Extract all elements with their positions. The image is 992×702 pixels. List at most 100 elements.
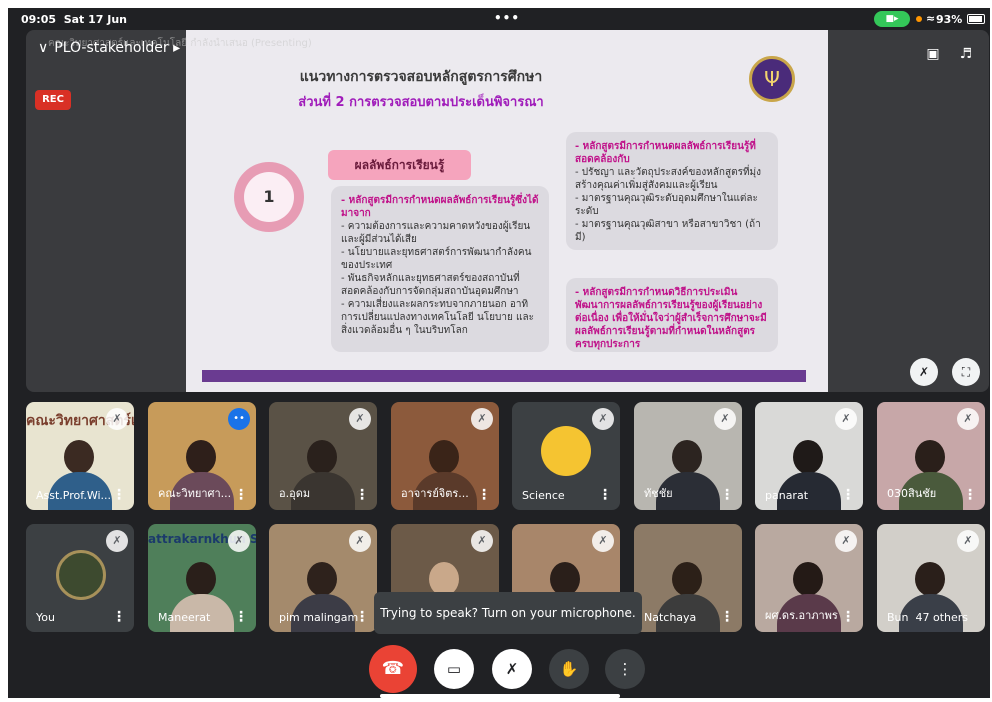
box-left-heading: - หลักสูตรมีการกำหนดผลลัพธ์การเรียนรู้ซึ… (341, 195, 539, 219)
more-vert-icon[interactable]: ⋮ (112, 609, 126, 625)
participant-tile[interactable]: ✗ Bun 47 others (877, 524, 985, 632)
fullscreen-icon[interactable]: ⛶ (952, 358, 980, 386)
others-count[interactable]: 47 others (916, 611, 969, 624)
participant-tile[interactable]: ✗ You ⋮ (26, 524, 134, 632)
meeting-title[interactable]: ∨ PLO-stakeholder ▸ (38, 40, 180, 56)
box-right-item: - มาตรฐานคุณวุฒิสาขา หรือสาขาวิชา (ถ้ามี… (575, 219, 761, 243)
mic-off-icon: ✗ (228, 530, 250, 552)
participant-tile[interactable]: ✗ ทัชชัย ⋮ (634, 402, 742, 510)
multitask-dots[interactable]: ••• (494, 11, 520, 25)
participant-tile[interactable]: ✗ ผศ.ดร.อาภาพร ⋮ (755, 524, 863, 632)
participant-name: Natchaya (644, 611, 697, 624)
participant-name: Science (522, 489, 565, 502)
slide-box-right-bottom: - หลักสูตรมีการกำหนดวิธีการประเมินพัฒนาก… (566, 278, 778, 352)
participant-tile[interactable]: ✗ panarat ⋮ (755, 402, 863, 510)
mic-off-icon: ✗ (106, 408, 128, 430)
box-left-item: - พันธกิจหลักและยุทธศาสตร์ของสถาบันที่สอ… (341, 273, 520, 297)
more-vert-icon[interactable]: ⋮ (355, 609, 369, 625)
more-vert-icon[interactable]: ⋮ (720, 487, 734, 503)
pin-off-icon[interactable]: ✗ (910, 358, 938, 386)
slide-title: แนวทางการตรวจสอบหลักสูตรการศึกษา (299, 69, 543, 85)
slide-pill-label: ผลลัพธ์การเรียนรู้ (328, 150, 471, 180)
recording-badge: REC (35, 90, 71, 110)
meeting-screen: 09:05 Sat 17 Jun ••• ■▸ ≈ 93% แนวทางการต… (8, 8, 990, 698)
slide-subtitle: ส่วนที่ 2 การตรวจสอบตามประเด็นพิจารณา (298, 95, 544, 110)
participant-video (307, 562, 337, 596)
participant-video (429, 440, 459, 474)
participant-tile[interactable]: ✗ อาจารย์จิตร... ⋮ (391, 402, 499, 510)
participant-name: ทัชชัย (644, 487, 673, 500)
participant-tile[interactable]: ✗ Science ⋮ (512, 402, 620, 510)
more-vert-icon[interactable]: ⋮ (720, 609, 734, 625)
status-time: 09:05 Sat 17 Jun (21, 13, 128, 26)
participant-video (186, 440, 216, 474)
more-vert-icon[interactable]: ⋮ (477, 487, 491, 503)
box-right-item: - ปรัชญา และวัตถุประสงค์ของหลักสูตรที่มุ… (575, 167, 762, 191)
participant-video (793, 562, 823, 596)
box-right-heading: - หลักสูตรมีการกำหนดผลลัพธ์การเรียนรู้ที… (575, 141, 756, 165)
status-bar: 09:05 Sat 17 Jun ••• ■▸ ≈ 93% (8, 8, 990, 30)
mic-off-icon: ✗ (349, 408, 371, 430)
mic-off-icon: ✗ (471, 408, 493, 430)
more-options-button[interactable]: ⋮ (605, 649, 645, 689)
participant-video (793, 440, 823, 474)
presentation-stage: แนวทางการตรวจสอบหลักสูตรการศึกษา ส่วนที่… (26, 30, 989, 392)
participant-video (186, 562, 216, 596)
participant-video (429, 562, 459, 596)
participant-video (915, 440, 945, 474)
wifi-icon: ≈ (926, 12, 936, 25)
shared-slide: แนวทางการตรวจสอบหลักสูตรการศึกษา ส่วนที่… (186, 30, 828, 392)
participant-tile[interactable]: attrakarnkhun Sc ✗ Maneerat ⋮ (148, 524, 256, 632)
mic-off-icon: ✗ (349, 530, 371, 552)
participant-name: อ.อุดม (279, 487, 311, 500)
more-vert-icon[interactable]: ⋮ (841, 609, 855, 625)
slide-box-right-top: - หลักสูตรมีการกำหนดผลลัพธ์การเรียนรู้ที… (566, 132, 778, 250)
box-left-item: - ความต้องการและความคาดหวังของผู้เรียนแล… (341, 221, 531, 245)
participant-name: คณะวิทยาศา... (158, 487, 232, 500)
more-vert-icon: ⋮ (617, 660, 633, 678)
participant-tile[interactable]: •• คณะวิทยาศา... ⋮ (148, 402, 256, 510)
participant-video (672, 562, 702, 596)
mic-off-icon: ✗ (592, 530, 614, 552)
switch-camera-icon[interactable]: ▣ (921, 42, 945, 66)
participant-tile[interactable]: ✗ pim malingam ⋮ (269, 524, 377, 632)
more-vert-icon[interactable]: ⋮ (598, 487, 612, 503)
participant-video (915, 562, 945, 596)
mic-off-icon: ✗ (957, 408, 979, 430)
more-vert-icon[interactable]: ⋮ (234, 609, 248, 625)
hand-raise-icon: ✋ (559, 660, 579, 678)
speaker-icon[interactable]: ♬ (954, 42, 978, 66)
chevron-down-icon[interactable]: ∨ (38, 40, 48, 56)
participant-name: Bun 47 others (887, 611, 969, 624)
mic-toggle-button[interactable]: ✗ (492, 649, 532, 689)
home-indicator[interactable] (380, 694, 620, 698)
more-vert-icon[interactable]: ⋮ (112, 487, 126, 503)
more-vert-icon[interactable]: ⋮ (355, 487, 369, 503)
more-vert-icon[interactable]: ⋮ (963, 487, 977, 503)
mic-off-icon: ✗ (106, 530, 128, 552)
participant-name: Maneerat (158, 611, 211, 624)
participant-tile[interactable]: ✗ อ.อุดม ⋮ (269, 402, 377, 510)
participant-video (672, 440, 702, 474)
participant-tile[interactable]: Natchaya ⋮ (634, 524, 742, 632)
step-circle: 1 (234, 162, 304, 232)
raise-hand-button[interactable]: ✋ (549, 649, 589, 689)
mic-off-icon: ✗ (505, 660, 519, 678)
participant-name: 030สินชัย (887, 487, 937, 500)
end-call-icon: ☎ (381, 658, 405, 679)
participant-name: panarat (765, 489, 809, 502)
box-left-item: - นโยบายและยุทธศาสตร์การพัฒนากำลังคนของป… (341, 247, 532, 271)
end-call-button[interactable]: ☎ (369, 645, 417, 693)
mic-hint-toast: Trying to speak? Turn on your microphone… (374, 592, 642, 634)
camera-toggle-button[interactable]: ▭ (434, 649, 474, 689)
participant-tile[interactable]: ✗ 030สินชัย ⋮ (877, 402, 985, 510)
more-vert-icon[interactable]: ⋮ (841, 487, 855, 503)
more-vert-icon[interactable]: ⋮ (234, 487, 248, 503)
avatar (541, 426, 591, 476)
camera-indicator-icon: ■▸ (874, 11, 910, 27)
participant-name: pim malingam (279, 611, 359, 624)
slide-footer-bar (202, 370, 806, 382)
battery-percent: 93% (936, 13, 963, 26)
participant-tile[interactable]: คณะวิทยาศาสตร์และเทค ✗ Asst.Prof.Wi... ⋮ (26, 402, 134, 510)
box-right-item: - มาตรฐานคุณวุฒิระดับอุดมศึกษาในแต่ละระด… (575, 193, 758, 217)
